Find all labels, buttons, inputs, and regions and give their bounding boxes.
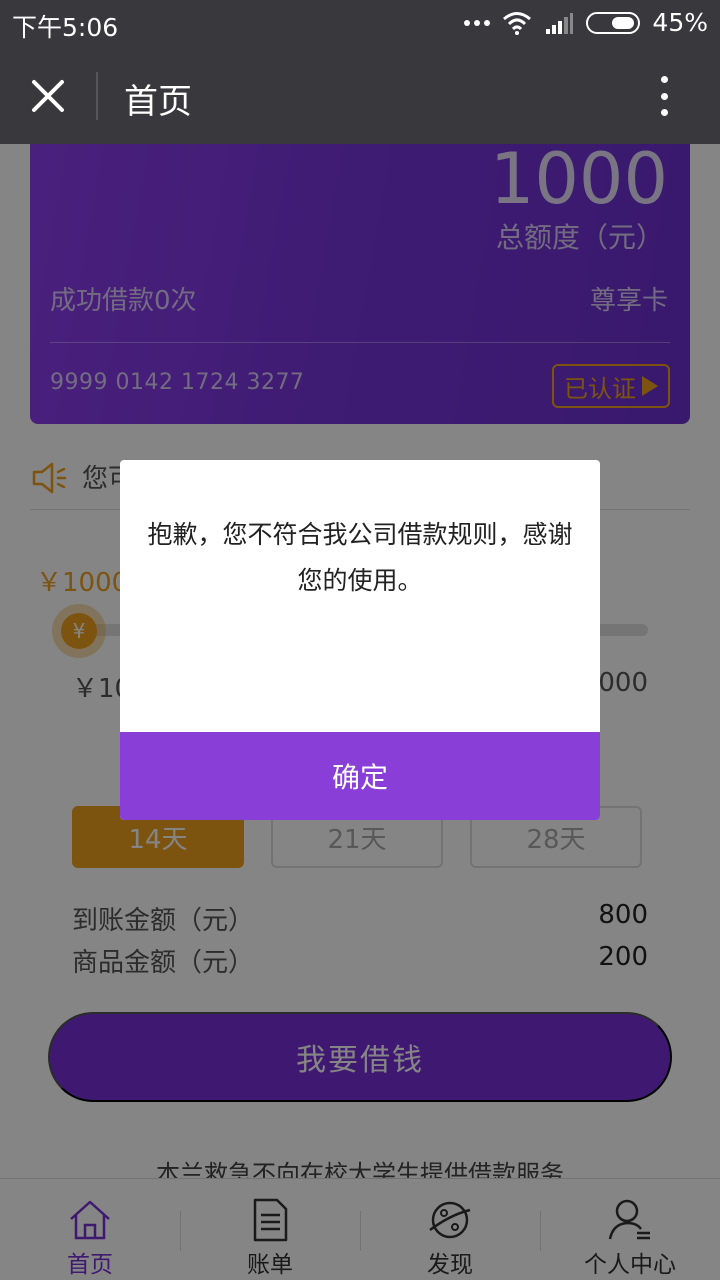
status-icons: 45% xyxy=(464,8,708,37)
header-divider xyxy=(96,72,98,120)
signal-icon xyxy=(546,12,574,34)
wifi-icon xyxy=(503,11,532,35)
status-time: 下午5:06 xyxy=(12,13,119,42)
more-menu-icon[interactable] xyxy=(656,76,672,116)
battery-icon xyxy=(586,11,641,34)
title-bar: 首页 xyxy=(0,48,720,144)
close-icon[interactable] xyxy=(28,76,68,116)
page-title: 首页 xyxy=(124,82,192,122)
confirm-button[interactable]: 确定 xyxy=(120,732,600,820)
alert-dialog: 抱歉，您不符合我公司借款规则，感谢您的使用。 确定 xyxy=(120,460,600,820)
status-bar: 下午5:06 45% xyxy=(0,0,720,48)
battery-percent: 45% xyxy=(652,8,708,37)
more-dots-icon xyxy=(464,19,491,26)
dialog-message: 抱歉，您不符合我公司借款规则，感谢您的使用。 xyxy=(147,520,573,595)
